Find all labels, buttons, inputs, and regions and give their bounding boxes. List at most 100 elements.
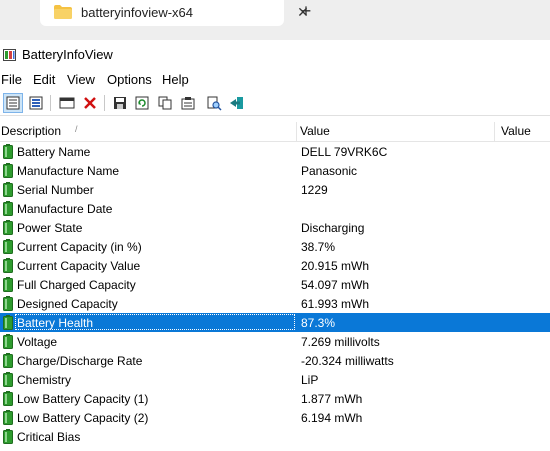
list-row[interactable]: Current Capacity (in %) 38.7% bbox=[0, 237, 550, 256]
battery-icon bbox=[3, 372, 13, 387]
list-row[interactable]: Power State Discharging bbox=[0, 218, 550, 237]
row-value: LiP bbox=[301, 373, 319, 387]
battery-icon bbox=[3, 410, 13, 425]
row-description: Designed Capacity bbox=[17, 297, 118, 311]
row-description: Manufacture Date bbox=[17, 202, 113, 216]
window-title: BatteryInfoView bbox=[22, 47, 113, 62]
row-value: 1229 bbox=[301, 183, 328, 197]
list-row[interactable]: Manufacture Date bbox=[0, 199, 550, 218]
row-value: 38.7% bbox=[301, 240, 336, 254]
battery-icon bbox=[3, 334, 13, 349]
row-description: Power State bbox=[17, 221, 83, 235]
delete-button[interactable] bbox=[80, 93, 100, 113]
row-description: Current Capacity (in %) bbox=[17, 240, 142, 254]
row-value: -20.324 milliwatts bbox=[301, 354, 394, 368]
refresh-button[interactable] bbox=[132, 93, 152, 113]
properties-icon bbox=[181, 97, 195, 110]
row-value: DELL 79VRK6C bbox=[301, 145, 388, 159]
list-row[interactable]: Manufacture Name Panasonic bbox=[0, 161, 550, 180]
list-row[interactable]: Battery Name DELL 79VRK6C bbox=[0, 142, 550, 161]
tab-batteryinfoview[interactable]: batteryinfoview-x64 ✕ bbox=[40, 0, 309, 26]
battery-icon bbox=[3, 353, 13, 368]
app-window: BatteryInfoView File Edit View Options H… bbox=[0, 40, 550, 451]
list-row[interactable]: Current Capacity Value 20.915 mWh bbox=[0, 256, 550, 275]
row-description: Current Capacity Value bbox=[17, 259, 141, 273]
menu-file[interactable]: File bbox=[1, 72, 22, 87]
list-row[interactable]: Battery Health 87.3% bbox=[0, 313, 550, 332]
row-description: Battery Name bbox=[17, 145, 91, 159]
battery-icon bbox=[3, 258, 13, 273]
advanced-mode-icon bbox=[29, 96, 43, 110]
app-icon bbox=[3, 49, 16, 61]
row-value: 6.194 mWh bbox=[301, 411, 363, 425]
row-description: Low Battery Capacity (1) bbox=[17, 392, 149, 406]
list-header: Description / Value Value bbox=[0, 122, 550, 142]
exit-icon bbox=[230, 97, 243, 109]
column-value-2[interactable]: Value bbox=[501, 124, 531, 138]
delete-icon bbox=[84, 97, 96, 109]
find-icon bbox=[207, 96, 222, 111]
row-description: Battery Health bbox=[17, 316, 94, 330]
menu-view[interactable]: View bbox=[67, 72, 95, 87]
row-description: Serial Number bbox=[17, 183, 94, 197]
list-row[interactable]: Low Battery Capacity (1) 1.877 mWh bbox=[0, 389, 550, 408]
row-description: Critical Bias bbox=[17, 430, 81, 444]
battery-icon bbox=[3, 277, 13, 292]
row-value: 87.3% bbox=[301, 316, 336, 330]
row-value: 20.915 mWh bbox=[301, 259, 370, 273]
battery-icon bbox=[3, 296, 13, 311]
battery-icon bbox=[3, 144, 13, 159]
battery-icon bbox=[3, 201, 13, 216]
list-row[interactable]: Voltage 7.269 millivolts bbox=[0, 332, 550, 351]
html-report-button[interactable] bbox=[57, 93, 77, 113]
simple-mode-icon bbox=[6, 96, 20, 110]
row-description: Manufacture Name bbox=[17, 164, 120, 178]
menu-options[interactable]: Options bbox=[107, 72, 152, 87]
row-value: Discharging bbox=[301, 221, 365, 235]
refresh-icon bbox=[135, 96, 149, 110]
battery-icon bbox=[3, 163, 13, 178]
new-tab-button[interactable]: + bbox=[296, 1, 316, 22]
battery-icon bbox=[3, 220, 13, 235]
battery-icon bbox=[3, 315, 13, 330]
find-button[interactable] bbox=[204, 93, 224, 113]
menu-bar: File Edit View Options Help bbox=[0, 70, 550, 90]
window-icon bbox=[59, 97, 75, 109]
list-row[interactable]: Chemistry LiP bbox=[0, 370, 550, 389]
menu-edit[interactable]: Edit bbox=[33, 72, 55, 87]
battery-icon bbox=[3, 239, 13, 254]
row-value: 1.877 mWh bbox=[301, 392, 363, 406]
advanced-mode-button[interactable] bbox=[26, 93, 46, 113]
folder-icon bbox=[54, 5, 72, 19]
toolbar bbox=[0, 91, 550, 116]
list-row[interactable]: Low Battery Capacity (2) 6.194 mWh bbox=[0, 408, 550, 427]
row-description: Charge/Discharge Rate bbox=[17, 354, 143, 368]
row-value: 61.993 mWh bbox=[301, 297, 370, 311]
row-value: 54.097 mWh bbox=[301, 278, 370, 292]
list-row[interactable]: Full Charged Capacity 54.097 mWh bbox=[0, 275, 550, 294]
properties-button[interactable] bbox=[178, 93, 198, 113]
title-bar: BatteryInfoView bbox=[0, 40, 550, 70]
list-row[interactable]: Designed Capacity 61.993 mWh bbox=[0, 294, 550, 313]
battery-icon bbox=[3, 429, 13, 444]
list-row[interactable]: Charge/Discharge Rate -20.324 milliwatts bbox=[0, 351, 550, 370]
column-description[interactable]: Description bbox=[1, 124, 61, 138]
simple-mode-button[interactable] bbox=[3, 93, 23, 113]
menu-help[interactable]: Help bbox=[162, 72, 189, 87]
copy-icon bbox=[158, 96, 171, 110]
save-button[interactable] bbox=[110, 93, 130, 113]
battery-icon bbox=[3, 391, 13, 406]
row-value: 7.269 millivolts bbox=[301, 335, 380, 349]
list-row[interactable]: Critical Bias bbox=[0, 427, 550, 446]
sort-indicator: / bbox=[75, 124, 78, 134]
list-row[interactable]: Serial Number 1229 bbox=[0, 180, 550, 199]
battery-icon bbox=[3, 182, 13, 197]
tab-title: batteryinfoview-x64 bbox=[81, 5, 193, 20]
battery-info-list[interactable]: Description / Value Value Battery Name DE… bbox=[0, 122, 550, 451]
copy-button[interactable] bbox=[155, 93, 175, 113]
column-value[interactable]: Value bbox=[300, 124, 330, 138]
row-description: Low Battery Capacity (2) bbox=[17, 411, 149, 425]
save-icon bbox=[114, 97, 126, 109]
exit-button[interactable] bbox=[227, 93, 247, 113]
row-description: Chemistry bbox=[17, 373, 72, 387]
